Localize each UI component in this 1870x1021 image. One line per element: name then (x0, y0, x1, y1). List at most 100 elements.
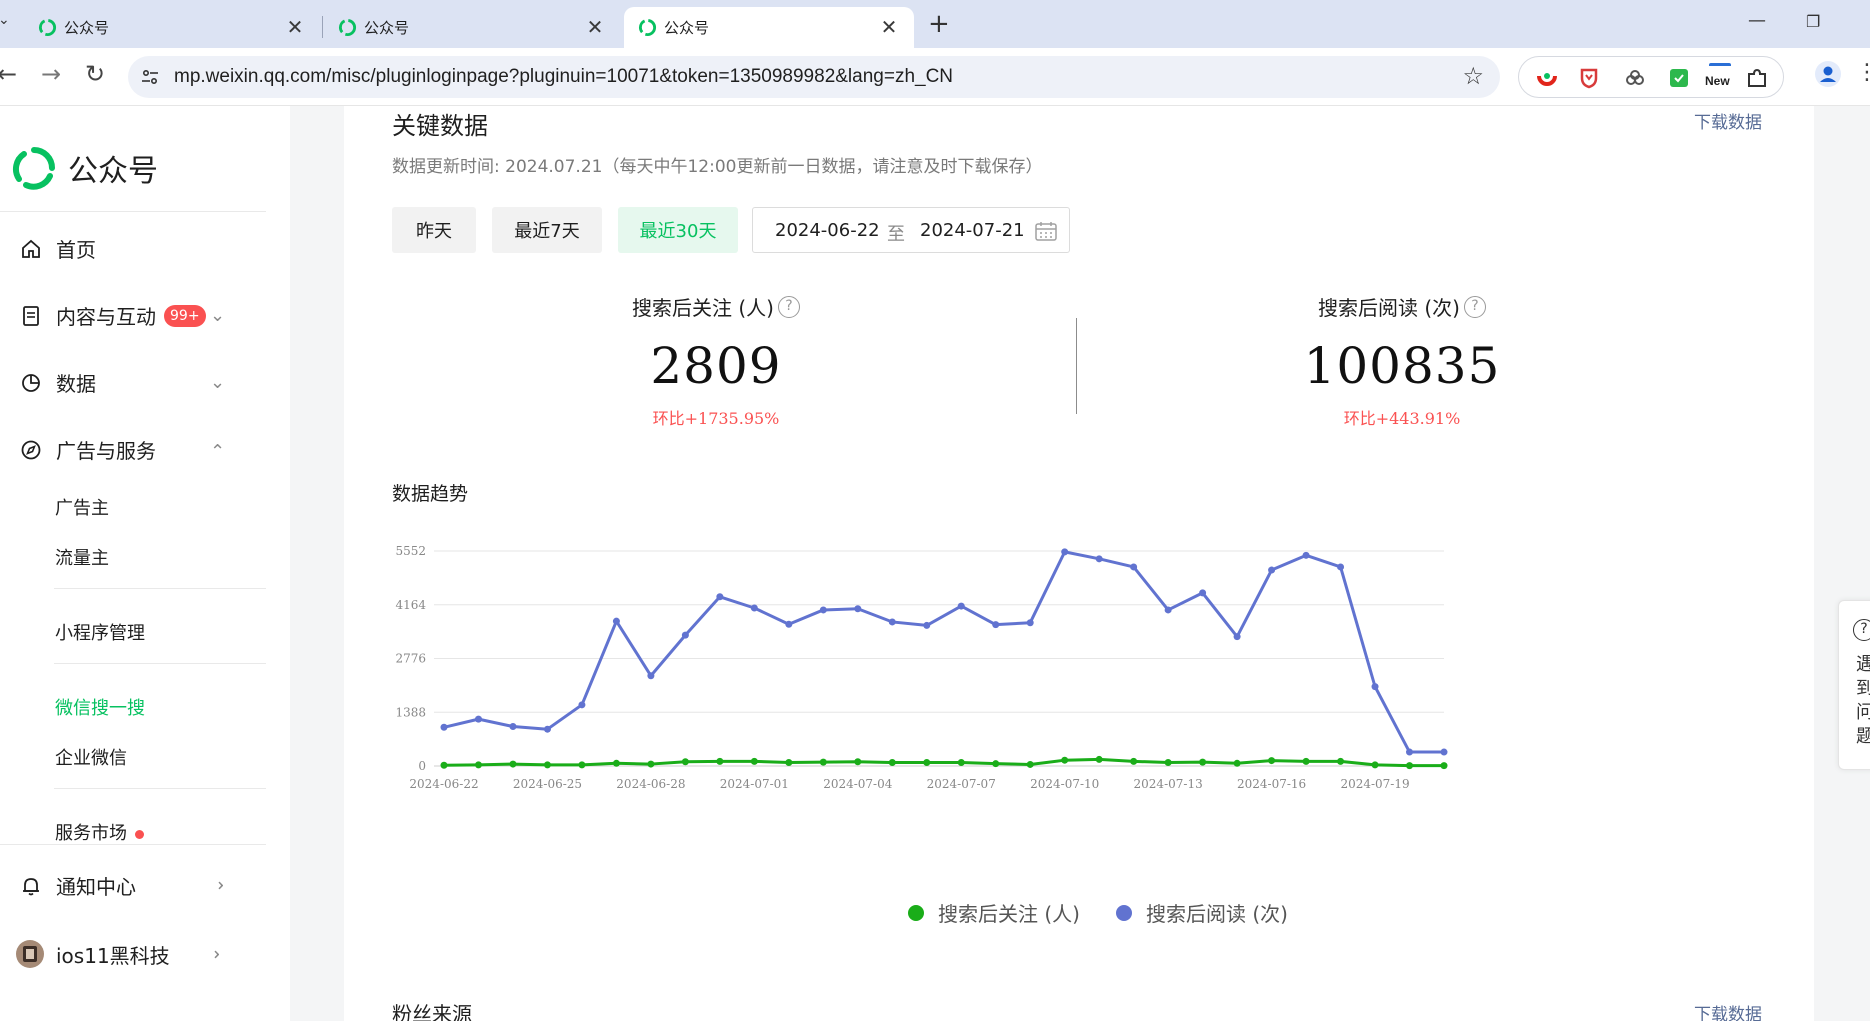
browser-toolbar: ← → ↻ mp.weixin.qq.com/misc/pluginloginp… (0, 48, 1870, 106)
restore-icon[interactable]: ❐ (1806, 12, 1820, 31)
tab-title: 公众号 (364, 19, 410, 37)
legend-swatch-reads (1116, 904, 1132, 921)
browser-tab-2[interactable]: 公众号 ✕ (324, 7, 620, 48)
sidebar-subitem-weixin-search[interactable]: 微信搜一搜 (55, 694, 145, 720)
forward-arrow-icon[interactable]: → (36, 60, 66, 88)
data-point-1 (923, 621, 931, 629)
browser-tab-3-active[interactable]: 公众号 ✕ (624, 7, 914, 48)
unread-badge: 99+ (164, 304, 206, 327)
new-tab-button[interactable]: + (928, 9, 950, 39)
x-tick-label: 2024-07-01 (720, 777, 789, 791)
data-point-1 (647, 672, 655, 680)
tab-close-icon[interactable]: ✕ (878, 15, 900, 39)
bookmark-star-icon[interactable]: ☆ (1462, 62, 1484, 90)
sidebar-item-home[interactable]: 首页 (18, 234, 268, 263)
sidebar-item-label: 首页 (56, 238, 96, 262)
account-name: ios11黑科技 (56, 943, 170, 968)
wechat-mp-favicon-icon (638, 18, 657, 37)
data-point-1 (1440, 748, 1448, 756)
calendar-icon[interactable] (1035, 221, 1057, 241)
back-arrow-icon[interactable]: ← (0, 60, 22, 88)
download-data-link[interactable]: 下载数据 (1694, 108, 1762, 133)
date-to[interactable]: 2024-07-21 (920, 220, 1025, 241)
compass-icon (18, 437, 44, 463)
sidebar-item-ads-services[interactable]: 广告与服务 ⌄ (18, 435, 268, 464)
data-point-0 (509, 760, 517, 768)
extension-red-swirl-icon[interactable] (1535, 66, 1559, 90)
browser-menu-icon[interactable]: ⋮ (1856, 60, 1870, 85)
sidebar-subitem-miniprogram[interactable]: 小程序管理 (55, 619, 145, 645)
data-point-1 (1199, 589, 1207, 597)
data-point-0 (1233, 759, 1241, 767)
series-line-0 (443, 757, 1444, 768)
data-point-0 (1337, 757, 1345, 765)
x-tick-label: 2024-07-13 (1134, 777, 1203, 791)
chevron-down-icon: ⌄ (210, 372, 226, 393)
browser-tab-1[interactable]: 公众号 ✕ (24, 7, 320, 48)
data-point-1 (1302, 551, 1310, 559)
legend-item-follows[interactable]: 搜索后关注 (人) (908, 898, 1080, 927)
extension-green-chat-icon[interactable] (1667, 66, 1691, 90)
help-widget[interactable]: ? 遇到问题 (1838, 600, 1870, 770)
sidebar-divider (54, 588, 266, 589)
extension-new-badge[interactable]: New (1705, 63, 1735, 93)
data-point-0 (681, 758, 689, 766)
range-30days-button[interactable]: 最近30天 (618, 207, 738, 253)
sidebar-subitem-service-market[interactable]: 服务市场 (55, 819, 144, 845)
sidebar-item-content[interactable]: 内容与互动 99+ ⌄ (18, 301, 268, 330)
minimize-icon[interactable]: — (1748, 10, 1766, 31)
tab-close-icon[interactable]: ✕ (584, 15, 606, 39)
y-tick-label: 4164 (395, 598, 426, 612)
extension-shield-icon[interactable] (1577, 66, 1601, 90)
range-yesterday-button[interactable]: 昨天 (392, 207, 476, 253)
data-point-0 (923, 759, 931, 767)
data-point-1 (992, 621, 1000, 629)
kpi-label: 搜索后关注 (人) (632, 296, 774, 320)
kpi-follows: 搜索后关注 (人) ? 2809 环比+1735.95% (396, 292, 1036, 429)
data-point-0 (578, 761, 586, 769)
kpi-divider (1076, 318, 1077, 414)
chevron-right-icon: ⌄ (207, 877, 229, 894)
data-point-1 (1061, 548, 1069, 556)
sidebar-subitem-advertiser[interactable]: 广告主 (55, 494, 109, 520)
page-gutter-left (290, 106, 344, 1021)
data-point-1 (1130, 563, 1138, 571)
reload-icon[interactable]: ↻ (80, 60, 110, 88)
mp-logo[interactable]: 公众号 (12, 146, 158, 190)
sidebar-divider (0, 844, 266, 845)
date-from[interactable]: 2024-06-22 (775, 220, 880, 241)
kpi-label-wrap: 搜索后阅读 (次) ? (1318, 292, 1486, 321)
data-point-0 (1164, 759, 1172, 767)
legend-item-reads[interactable]: 搜索后阅读 (次) (1116, 898, 1288, 927)
chevron-right-icon: ⌄ (203, 946, 225, 962)
sidebar-subitem-label: 服务市场 (55, 823, 127, 844)
site-settings-icon[interactable] (140, 67, 160, 87)
profile-avatar-icon[interactable] (1814, 60, 1842, 88)
wechat-mp-logo-icon (13, 147, 55, 190)
url-text[interactable]: mp.weixin.qq.com/misc/pluginloginpage?pl… (174, 66, 953, 88)
help-question-icon[interactable]: ? (1463, 295, 1486, 318)
help-question-icon[interactable]: ? (777, 295, 800, 318)
kpi-value: 100835 (1303, 337, 1501, 395)
sidebar-item-account[interactable]: ios11黑科技 ⌄ (14, 938, 264, 970)
help-question-icon: ? (1853, 619, 1870, 641)
tab-list-chevron-icon[interactable]: ⌄ (0, 12, 10, 28)
extensions-puzzle-icon[interactable] (1745, 66, 1769, 90)
data-point-0 (957, 759, 965, 767)
sidebar-subitem-wecom[interactable]: 企业微信 (55, 744, 127, 770)
sidebar-item-data[interactable]: 数据 ⌄ (18, 368, 268, 397)
date-range-picker[interactable]: 2024-06-22 至 2024-07-21 (752, 207, 1070, 253)
tab-close-icon[interactable]: ✕ (284, 15, 306, 39)
sidebar-item-notifications[interactable]: 通知中心 ⌄ (18, 871, 268, 900)
browser-tabbar: ⌄ 公众号 ✕ 公众号 ✕ 公众号 ✕ + — ❐ (0, 0, 1870, 48)
data-point-1 (474, 715, 482, 723)
address-bar[interactable]: mp.weixin.qq.com/misc/pluginloginpage?pl… (128, 56, 1500, 98)
data-point-1 (716, 593, 724, 601)
data-point-1 (854, 605, 862, 613)
sidebar-subitem-publisher[interactable]: 流量主 (55, 544, 109, 570)
extension-cloud-link-icon[interactable] (1623, 66, 1647, 90)
range-7days-button[interactable]: 最近7天 (492, 207, 602, 253)
kpi-reads: 搜索后阅读 (次) ? 100835 环比+443.91% (1082, 292, 1722, 429)
download-data-link-2[interactable]: 下载数据 (1694, 1000, 1762, 1021)
data-point-0 (888, 759, 896, 767)
